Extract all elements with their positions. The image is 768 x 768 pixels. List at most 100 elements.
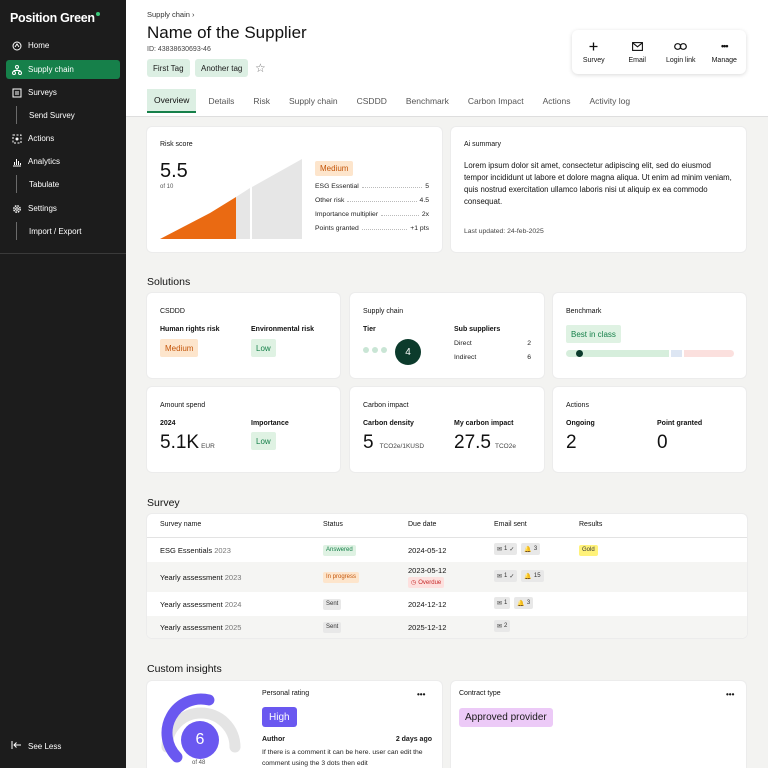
survey-name-text: ESG Essentials xyxy=(160,546,213,555)
tab-overview[interactable]: Overview xyxy=(147,89,197,113)
tab-activity-log[interactable]: Activity log xyxy=(582,89,637,113)
table-row[interactable]: Yearly assessment 2025 Sent 2025-12-12 ✉… xyxy=(147,616,747,638)
risk-level-label: Medium xyxy=(315,161,354,176)
mail-count: ✉ 1 xyxy=(494,597,511,609)
breadcrumb-label: Supply chain xyxy=(147,10,190,19)
benchmark-marker xyxy=(575,350,583,357)
due-date: 2024-12-12 xyxy=(408,600,447,609)
sidebar-item-home[interactable]: Home xyxy=(6,36,120,55)
importance-value: Low xyxy=(251,432,276,450)
bell-icon: 🔔 xyxy=(517,600,525,607)
my-carbon-label: My carbon impact xyxy=(454,420,514,427)
ongoing-value: 2 xyxy=(566,432,577,453)
action-label: Login link xyxy=(665,57,696,64)
more-options-icon[interactable]: ••• xyxy=(417,690,425,699)
tab-carbon-impact[interactable]: Carbon Impact xyxy=(461,89,531,113)
table-row[interactable]: ESG Essentials 2023 Answered 2024-05-12 … xyxy=(147,538,747,562)
csddd-card[interactable]: CSDDD Human rights risk Medium Environme… xyxy=(147,293,340,378)
sidebar-item-tabulate[interactable]: Tabulate xyxy=(16,175,116,193)
favorite-star-icon[interactable]: ☆ xyxy=(255,61,266,75)
clock-icon: ◷ xyxy=(411,580,417,586)
tier-dot xyxy=(363,347,369,353)
column-header[interactable]: Status xyxy=(323,521,343,528)
risk-score-card: Risk score 5.5 of 10 Medium ESG Essentia… xyxy=(147,127,442,252)
reminder-count: 🔔 3 xyxy=(514,597,534,609)
benchmark-bar-bad xyxy=(684,350,734,357)
see-less-label: See Less xyxy=(28,741,62,751)
my-carbon-unit: TCO2e xyxy=(494,443,516,450)
risk-row-value: 5 xyxy=(425,183,429,190)
my-carbon: 27.5 TCO2e xyxy=(454,432,516,454)
benchmark-card[interactable]: Benchmark Best in class xyxy=(553,293,746,378)
survey-button[interactable]: Survey xyxy=(572,30,616,74)
tab-csddd[interactable]: CSDDD xyxy=(350,89,394,113)
column-header[interactable]: Results xyxy=(579,521,602,528)
sidebar-item-supply-chain[interactable]: Supply chain xyxy=(6,60,120,79)
more-options-icon[interactable]: ••• xyxy=(726,690,734,699)
column-header[interactable]: Due date xyxy=(408,521,436,528)
card-title: Risk score xyxy=(160,141,193,148)
risk-row-esg: ESG Essential 5 xyxy=(315,183,429,190)
risk-row-label: Points granted xyxy=(315,225,359,232)
benchmark-badge: Best in class xyxy=(566,325,621,343)
card-title: CSDDD xyxy=(160,308,185,315)
tab-supply-chain[interactable]: Supply chain xyxy=(282,89,345,113)
card-title: Ai summary xyxy=(464,141,501,148)
status-label: In progress xyxy=(323,571,360,583)
rating-value: 6 xyxy=(181,721,219,759)
tag-another[interactable]: Another tag xyxy=(195,59,249,77)
tag-first[interactable]: First Tag xyxy=(147,59,190,77)
manage-button[interactable]: ••• Manage xyxy=(703,30,747,74)
mail-count-value: 2 xyxy=(504,623,508,629)
sidebar-item-label: Import / Export xyxy=(29,226,82,236)
environmental-badge: Low xyxy=(251,339,276,357)
mail-count: ✉ 1 ✓ xyxy=(494,543,518,555)
column-header[interactable]: Email sent xyxy=(494,521,527,528)
tab-benchmark[interactable]: Benchmark xyxy=(399,89,456,113)
actions-card[interactable]: Actions Ongoing 2 Point granted 0 xyxy=(553,387,746,472)
login-link-button[interactable]: Login link xyxy=(659,30,703,74)
spend-year: 2024 xyxy=(160,420,176,427)
table-row[interactable]: Yearly assessment 2024 Sent 2024-12-12 ✉… xyxy=(147,592,747,616)
survey-name: Yearly assessment 2025 xyxy=(160,623,241,632)
sidebar-item-import-export[interactable]: Import / Export xyxy=(16,222,116,240)
carbon-impact-card[interactable]: Carbon impact Carbon density 5 TCO2e/1KUS… xyxy=(350,387,544,472)
table-row[interactable]: Yearly assessment 2023 In progress 2023-… xyxy=(147,562,747,592)
tab-actions[interactable]: Actions xyxy=(536,89,578,113)
email-button[interactable]: Email xyxy=(616,30,660,74)
indirect-row: Indirect 6 xyxy=(454,354,531,361)
email-sent: ✉ 2 xyxy=(494,620,514,632)
collapse-icon xyxy=(11,740,22,752)
tab-bar: Overview Details Risk Supply chain CSDDD… xyxy=(147,89,642,113)
sidebar-item-send-survey[interactable]: Send Survey xyxy=(16,106,116,124)
card-title: Actions xyxy=(566,402,589,409)
personal-rating-card: 6 of 48 Personal rating ••• High Author … xyxy=(147,681,442,768)
sidebar-item-actions[interactable]: Actions xyxy=(6,129,120,148)
breadcrumb[interactable]: Supply chain › xyxy=(147,10,195,19)
mail-count-value: 1 xyxy=(504,600,508,606)
brand-logo[interactable]: Position Green xyxy=(10,11,100,25)
card-title: Carbon impact xyxy=(363,402,409,409)
author-label: Author xyxy=(262,736,285,743)
sub-suppliers-label: Sub suppliers xyxy=(454,326,501,333)
supply-chain-card[interactable]: Supply chain Tier 4 Sub suppliers Direct… xyxy=(350,293,544,378)
sidebar-divider xyxy=(0,253,126,254)
tier-dots xyxy=(363,347,387,353)
point-granted-label: Point granted xyxy=(657,420,703,427)
tab-risk[interactable]: Risk xyxy=(246,89,277,113)
last-updated: Last updated: 24-feb-2025 xyxy=(464,228,544,235)
see-less-button[interactable]: See Less xyxy=(11,740,61,752)
survey-table: Survey name Status Due date Email sent R… xyxy=(147,514,747,638)
custom-insights-heading: Custom insights xyxy=(147,663,222,675)
mail-count: ✉ 2 xyxy=(494,620,511,632)
sidebar-item-surveys[interactable]: Surveys xyxy=(6,83,120,102)
amount-spend-card[interactable]: Amount spend 2024 5.1K EUR Importance Low xyxy=(147,387,340,472)
sidebar-item-analytics[interactable]: Analytics xyxy=(6,152,120,171)
column-header[interactable]: Survey name xyxy=(160,521,201,528)
due-date: 2023-05-12 xyxy=(408,566,447,575)
status-label: Answered xyxy=(323,544,356,556)
environmental-label: Environmental risk xyxy=(251,326,315,333)
benchmark-bar-mid xyxy=(671,350,683,357)
tab-details[interactable]: Details xyxy=(201,89,241,113)
sidebar-item-settings[interactable]: Settings xyxy=(6,199,120,218)
